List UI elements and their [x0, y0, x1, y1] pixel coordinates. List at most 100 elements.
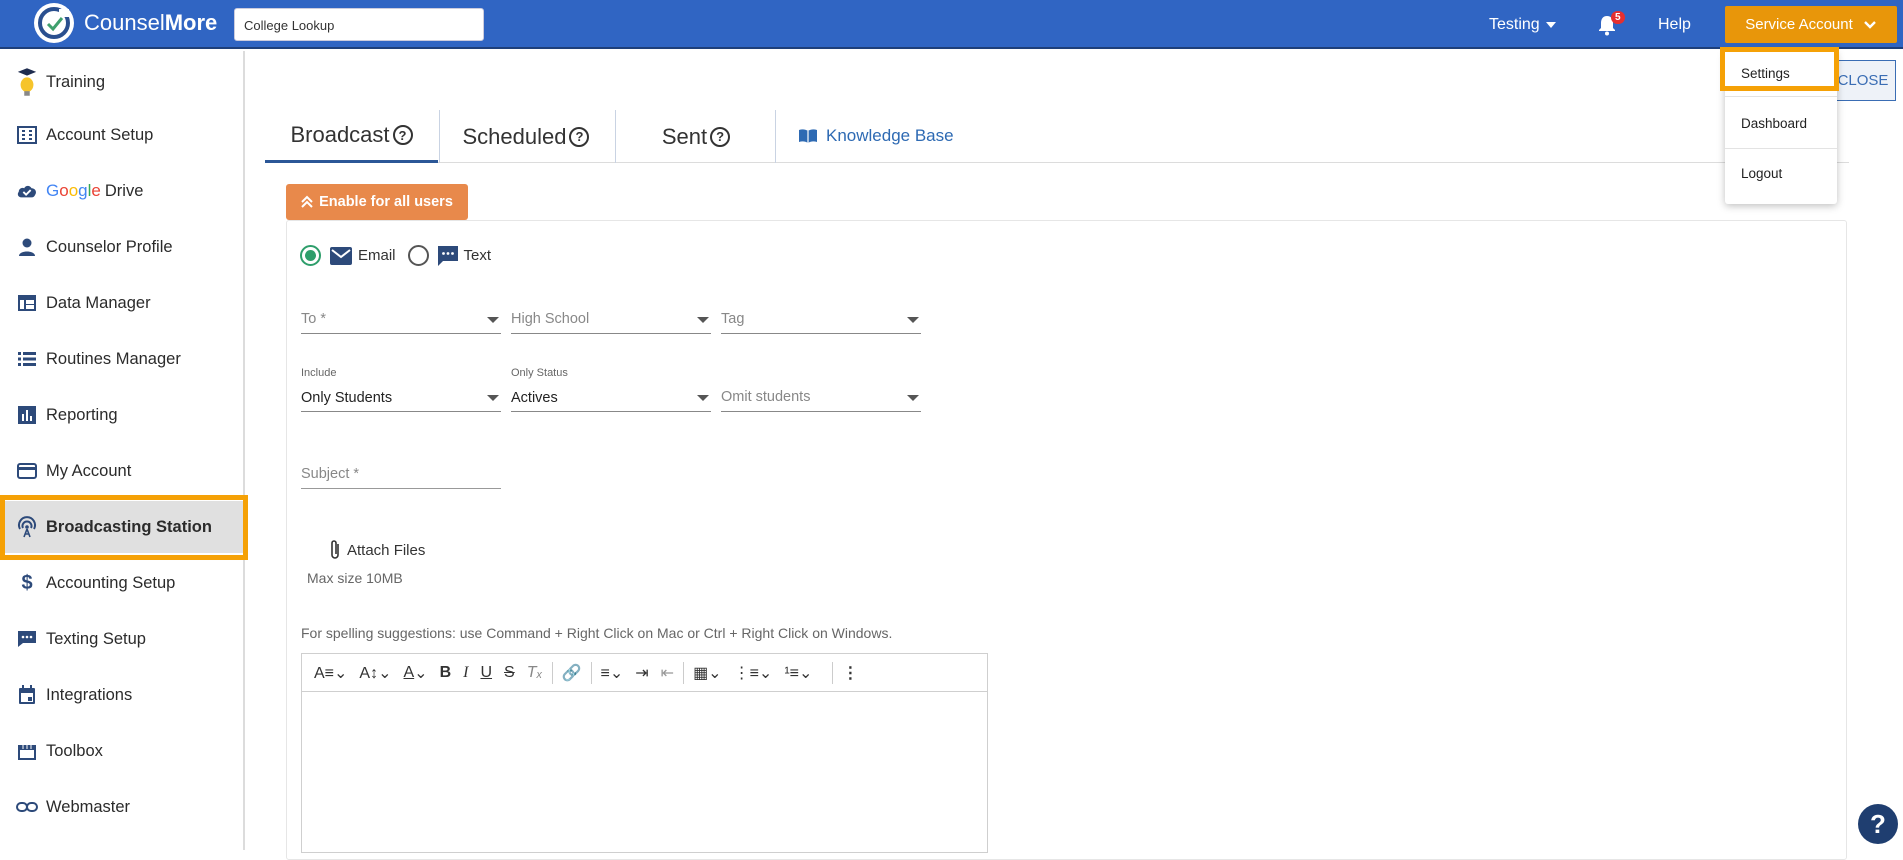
tab-scheduled[interactable]: Scheduled? [440, 110, 612, 163]
strikethrough-icon[interactable]: S [498, 654, 521, 692]
to-select[interactable]: To * [301, 302, 501, 334]
sidebar-item-my-account[interactable]: My Account [0, 445, 245, 497]
sidebar-item-webmaster[interactable]: Webmaster [0, 781, 245, 833]
bar-chart-icon [16, 404, 38, 426]
menu-item-dashboard[interactable]: Dashboard [1725, 100, 1837, 146]
sidebar-item-toolbox[interactable]: Toolbox [0, 725, 245, 777]
table-insert-icon[interactable]: ▦⌄ [687, 654, 728, 692]
sidebar-item-label: Training [46, 72, 105, 91]
sidebar-item-label: Drive [104, 181, 144, 200]
font-family-icon[interactable]: A≡⌄ [308, 654, 353, 692]
toolbar-divider [551, 661, 553, 684]
attach-files-label: Attach Files [347, 541, 426, 559]
table-icon [16, 292, 38, 314]
cloud-check-icon [16, 180, 38, 202]
sidebar-item-label: Toolbox [46, 741, 103, 760]
numbered-list-icon[interactable]: ¹≡⌄ [778, 654, 818, 692]
caret-down-icon [697, 317, 709, 323]
email-radio[interactable] [300, 245, 321, 266]
tab-sent[interactable]: Sent? [616, 110, 776, 163]
bold-icon[interactable]: B [434, 654, 458, 692]
font-size-icon[interactable]: A↕⌄ [353, 654, 397, 692]
tag-select[interactable]: Tag [721, 302, 921, 334]
high-school-placeholder: High School [511, 311, 590, 327]
indent-icon[interactable]: ⇥ [629, 654, 654, 692]
only-status-value: Actives [511, 390, 558, 406]
brand-name: CounselMore [84, 10, 218, 35]
sidebar-item-label: Reporting [46, 405, 118, 424]
notification-badge: 5 [1611, 11, 1625, 24]
subject-input[interactable]: Subject * [301, 457, 501, 489]
tab-divider [775, 110, 776, 163]
toolbar-divider [590, 661, 592, 684]
caret-down-icon [907, 395, 919, 401]
only-status-select[interactable]: Only Status Actives [511, 367, 711, 412]
caret-down-icon [487, 317, 499, 323]
graduation-bulb-icon [16, 68, 38, 96]
max-size-note: Max size 10MB [307, 570, 403, 586]
highlight-settings [1720, 47, 1839, 91]
sidebar-item-accounting-setup[interactable]: $ Accounting Setup [0, 557, 245, 609]
user-menu-testing[interactable]: Testing [1489, 0, 1556, 49]
menu-divider [1725, 96, 1837, 97]
clear-format-icon[interactable]: Tₓ [521, 654, 549, 692]
outdent-icon[interactable]: ⇤ [655, 654, 680, 692]
italic-icon[interactable]: I [457, 654, 474, 692]
sidebar-item-reporting[interactable]: Reporting [0, 389, 245, 441]
notifications-button[interactable]: 5 [1597, 0, 1625, 49]
list-icon [16, 348, 38, 370]
sidebar-item-routines-manager[interactable]: Routines Manager [0, 333, 245, 385]
paperclip-icon [331, 540, 339, 559]
sidebar-item-label: Routines Manager [46, 349, 181, 368]
close-button[interactable]: CLOSE [1830, 60, 1896, 101]
tab-broadcast[interactable]: Broadcast? [265, 110, 438, 163]
only-status-label: Only Status [511, 367, 568, 379]
calendar-icon [16, 684, 38, 706]
editor-toolbar: A≡⌄ A↕⌄ A ⌄ B I U S Tₓ 🔗 ≡⌄ ⇥ ⇤ ▦⌄ ⋮≡⌄ ¹≡… [302, 654, 987, 692]
sidebar-item-integrations[interactable]: Integrations [0, 669, 245, 721]
question-circle-icon: ? [710, 126, 731, 147]
attach-files-button[interactable]: Attach Files [327, 538, 425, 562]
brand-logo[interactable]: CounselMore [34, 3, 217, 43]
underline-icon[interactable]: U [474, 654, 498, 692]
sidebar-item-google-drive[interactable]: Google Drive [0, 165, 245, 217]
chevron-down-icon [1863, 20, 1876, 29]
high-school-select[interactable]: High School [511, 302, 711, 334]
knowledge-base-label: Knowledge Base [826, 126, 954, 145]
font-color-icon[interactable]: A ⌄ [398, 654, 434, 692]
omit-students-select[interactable]: Omit students [721, 380, 921, 412]
help-link[interactable]: Help [1658, 0, 1691, 49]
top-navbar: CounselMore College Lookup Testing 5 Hel… [0, 0, 1903, 49]
menu-divider [1725, 148, 1837, 149]
to-placeholder: To * [301, 311, 326, 327]
text-radio-label: Text [463, 247, 492, 264]
service-account-button[interactable]: Service Account [1725, 6, 1897, 43]
tab-label: Scheduled [462, 123, 567, 149]
include-select[interactable]: Include Only Students [301, 367, 501, 412]
insert-link-icon[interactable]: 🔗 [556, 654, 588, 692]
sidebar-item-counselor-profile[interactable]: Counselor Profile [0, 221, 245, 273]
text-radio[interactable] [407, 245, 429, 266]
google-wordmark: Google [46, 181, 101, 200]
caret-down-icon [487, 395, 499, 401]
rich-text-editor[interactable]: A≡⌄ A↕⌄ A ⌄ B I U S Tₓ 🔗 ≡⌄ ⇥ ⇤ ▦⌄ ⋮≡⌄ ¹≡… [301, 653, 988, 853]
bulleted-list-icon[interactable]: ⋮≡⌄ [728, 654, 779, 692]
sidebar-item-account-setup[interactable]: Account Setup [0, 109, 245, 161]
tag-placeholder: Tag [721, 311, 745, 327]
menu-item-logout[interactable]: Logout [1725, 150, 1837, 196]
user-menu-label: Testing [1489, 15, 1540, 33]
sidebar-item-data-manager[interactable]: Data Manager [0, 277, 245, 329]
help-circle-button[interactable]: ? [1858, 804, 1898, 844]
enable-for-all-users-button[interactable]: Enable for all users [286, 184, 468, 220]
omit-students-placeholder: Omit students [721, 389, 811, 405]
sidebar-item-texting-setup[interactable]: Texting Setup [0, 613, 245, 665]
knowledge-base-link[interactable]: Knowledge Base [798, 126, 954, 146]
college-lookup-input[interactable]: College Lookup [234, 8, 484, 41]
more-options-icon[interactable]: ⋮ [836, 654, 864, 692]
tab-label: Broadcast [290, 122, 390, 147]
toolbar-divider [832, 661, 834, 684]
question-circle-icon: ? [392, 125, 413, 145]
align-icon[interactable]: ≡⌄ [595, 654, 630, 692]
spelling-hint: For spelling suggestions: use Command + … [301, 625, 893, 641]
sidebar-item-training[interactable]: Training [0, 56, 245, 108]
